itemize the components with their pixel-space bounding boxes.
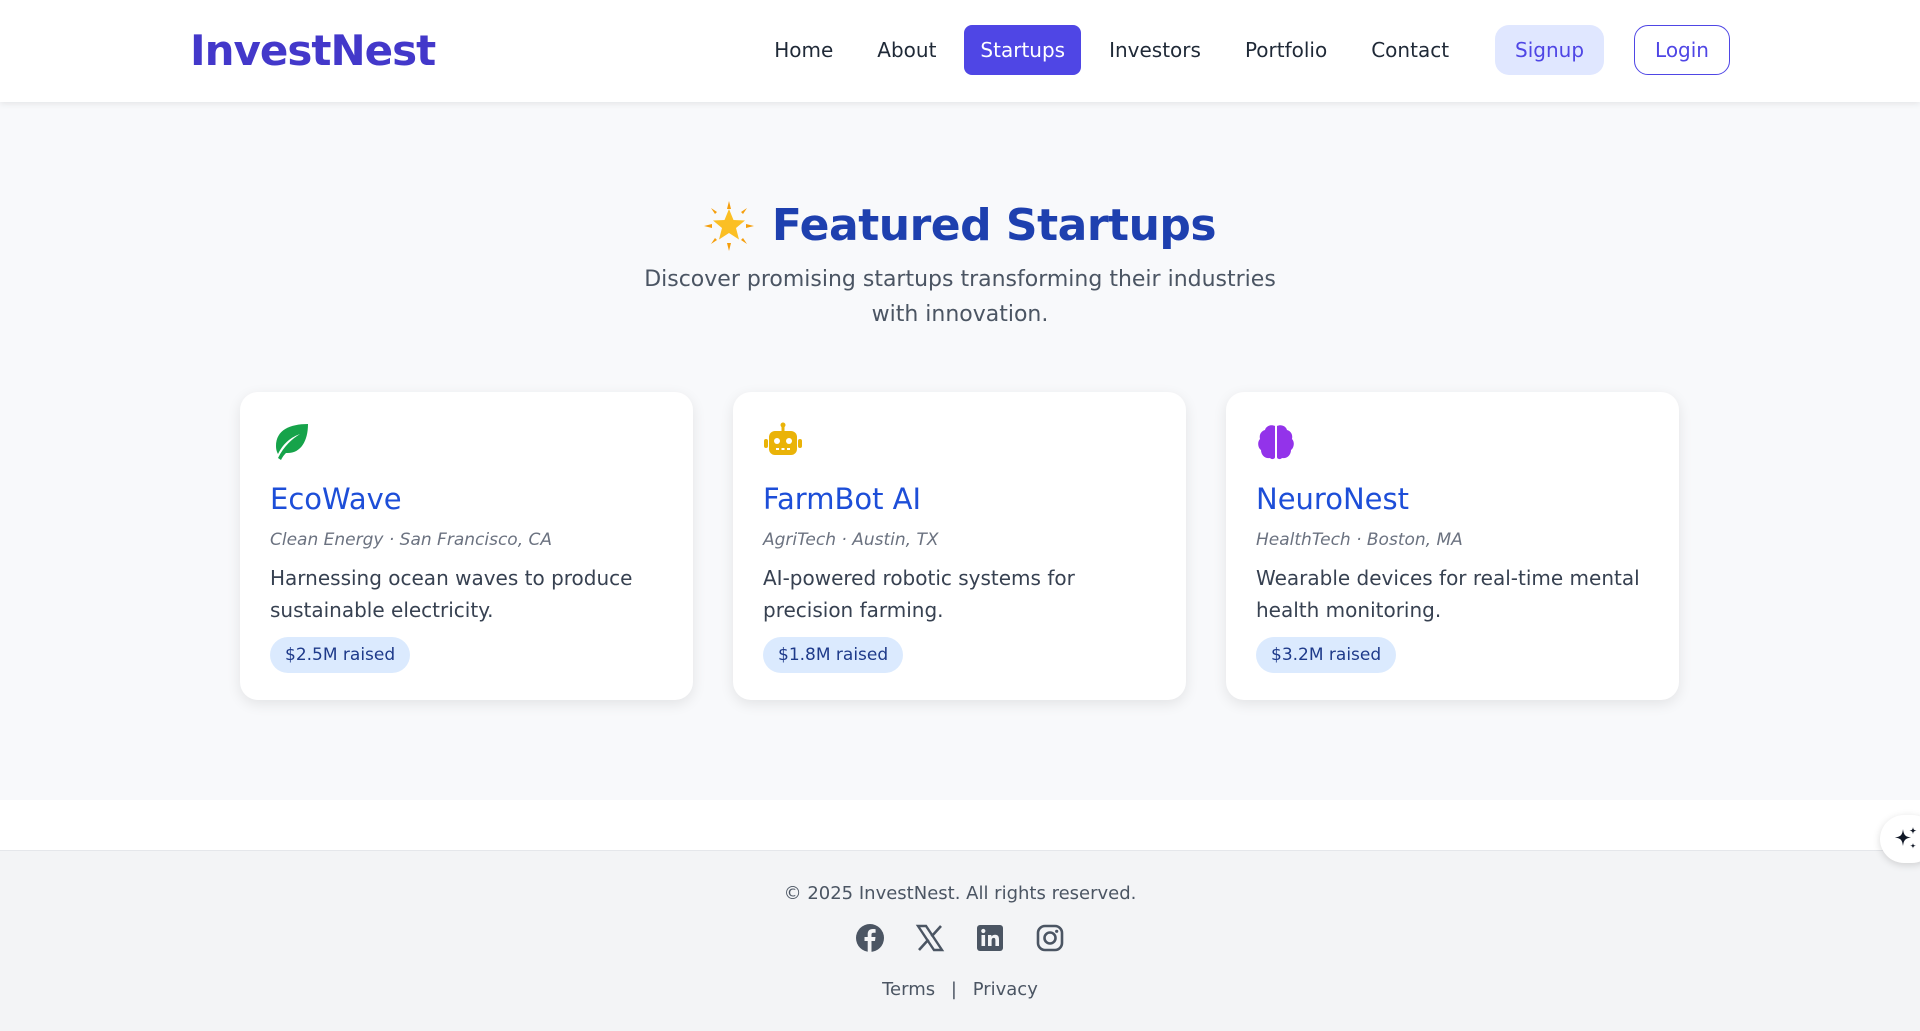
terms-link[interactable]: Terms (882, 979, 935, 1000)
startup-card-neuronest[interactable]: NeuroNest HealthTech · Boston, MA Wearab… (1226, 392, 1679, 700)
main-nav: Home About Startups Investors Portfolio … (746, 25, 1730, 75)
signup-button[interactable]: Signup (1495, 25, 1605, 75)
nav-about[interactable]: About (861, 25, 952, 75)
raised-badge: $3.2M raised (1256, 637, 1397, 673)
startup-name: EcoWave (270, 482, 402, 516)
login-button[interactable]: Login (1634, 25, 1730, 75)
site-header: InvestNest Home About Startups Investors… (0, 0, 1920, 102)
site-logo[interactable]: InvestNest (190, 26, 436, 75)
nav-contact[interactable]: Contact (1355, 25, 1465, 75)
startup-name: NeuroNest (1256, 482, 1409, 516)
startup-meta: Clean Energy · San Francisco, CA (270, 530, 553, 550)
startup-card-ecowave[interactable]: EcoWave Clean Energy · San Francisco, CA… (240, 392, 693, 700)
privacy-link[interactable]: Privacy (973, 979, 1038, 1000)
link-separator: | (950, 979, 957, 1000)
social-links (0, 923, 1920, 953)
section-heading: Featured Startups (0, 200, 1920, 251)
linkedin-icon[interactable] (975, 923, 1005, 953)
raised-badge: $2.5M raised (270, 637, 411, 673)
x-icon[interactable] (915, 923, 945, 953)
footer-links: Terms | Privacy (0, 979, 1920, 1000)
assistant-button[interactable] (1880, 815, 1920, 863)
nav-portfolio[interactable]: Portfolio (1229, 25, 1343, 75)
startup-meta: HealthTech · Boston, MA (1256, 530, 1463, 550)
startup-card-farmbot-ai[interactable]: FarmBot AI AgriTech · Austin, TX AI-powe… (733, 392, 1186, 700)
featured-startups-section: Featured Startups Discover promising sta… (0, 102, 1920, 800)
nav-home[interactable]: Home (758, 25, 849, 75)
startup-description: Harnessing ocean waves to produce sustai… (270, 566, 633, 622)
instagram-icon[interactable] (1035, 923, 1065, 953)
brain-icon (1258, 425, 1294, 460)
facebook-icon[interactable] (855, 923, 885, 953)
section-title: Featured Startups (771, 200, 1217, 251)
startup-description: Wearable devices for real-time mental he… (1256, 566, 1640, 622)
section-spacer (0, 800, 1920, 850)
section-subtitle: Discover promising startups transforming… (644, 267, 1276, 327)
copyright-text: © 2025 InvestNest. All rights reserved. (783, 883, 1137, 904)
leaf-icon (276, 424, 308, 460)
sparkle-icon (1895, 827, 1917, 849)
startup-description: AI-powered robotic systems for precision… (763, 566, 1075, 622)
startup-meta: AgriTech · Austin, TX (763, 530, 939, 550)
startup-name: FarmBot AI (763, 482, 922, 516)
robot-icon (764, 422, 802, 455)
site-footer: © 2025 InvestNest. All rights reserved. … (0, 850, 1920, 1031)
star-icon (703, 200, 754, 251)
nav-investors[interactable]: Investors (1093, 25, 1217, 75)
startup-cards: EcoWave Clean Energy · San Francisco, CA… (240, 392, 1679, 700)
nav-startups[interactable]: Startups (964, 25, 1082, 75)
raised-badge: $1.8M raised (763, 637, 904, 673)
